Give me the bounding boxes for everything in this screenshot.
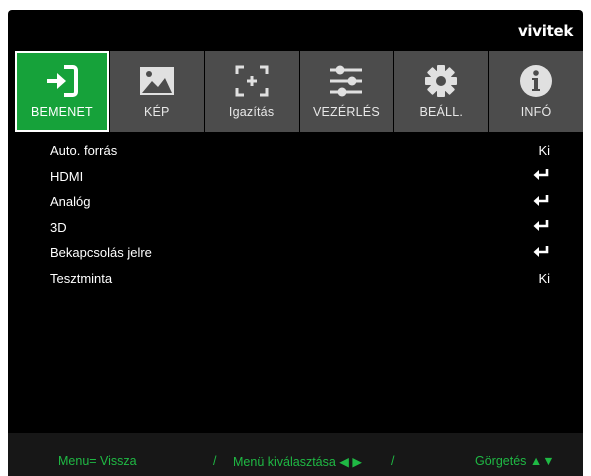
menu-item-label: HDMI [50, 168, 84, 184]
osd-menu: vivitek BEMENET KÉP Igazítás VEZÉRLÉS BE… [8, 10, 583, 476]
tab-label: BEÁLL. [419, 105, 464, 119]
gear-icon [394, 61, 488, 101]
tab-label: VEZÉRLÉS [312, 105, 380, 119]
tab-label: BEMENET [31, 105, 93, 119]
tab-info[interactable]: INFÓ [489, 51, 583, 132]
help-separator: / [213, 454, 217, 468]
brand-logo: vivitek [517, 22, 573, 40]
help-select: Menü kiválasztása ◀ ▶ [233, 455, 362, 469]
info-icon [489, 61, 583, 101]
help-bar: Menu= Vissza / Menü kiválasztása ◀ ▶ / G… [8, 433, 583, 476]
enter-icon [533, 245, 550, 261]
menu-item-label: Bekapcsolás jelre [50, 245, 152, 261]
menu-list: Auto. forrás Ki HDMI Analóg 3D Bekapcsol… [50, 138, 550, 291]
menu-tabs: BEMENET KÉP Igazítás VEZÉRLÉS BEÁLL. INF… [15, 51, 583, 132]
help-scroll: Görgetés ▲▼ [475, 454, 555, 468]
menu-item-tesztminta[interactable]: Tesztminta Ki [50, 266, 550, 292]
menu-item-analog[interactable]: Analóg [50, 189, 550, 215]
help-back: Menu= Vissza [58, 454, 137, 468]
enter-icon [533, 194, 550, 210]
sliders-icon [300, 61, 394, 101]
menu-item-bekapcsolas-jelre[interactable]: Bekapcsolás jelre [50, 240, 550, 266]
image-icon [110, 61, 204, 101]
menu-item-hdmi[interactable]: HDMI [50, 164, 550, 190]
input-arrow-icon [17, 61, 107, 101]
help-separator: / [391, 454, 395, 468]
menu-item-label: Analóg [50, 194, 91, 210]
tab-label: KÉP [143, 105, 170, 119]
enter-icon [533, 168, 550, 184]
tab-beall[interactable]: BEÁLL. [394, 51, 489, 132]
alignment-icon [205, 61, 299, 101]
menu-item-value: Ki [538, 143, 550, 159]
enter-icon [533, 219, 550, 235]
tab-igazitas[interactable]: Igazítás [204, 51, 299, 132]
menu-item-auto-forras[interactable]: Auto. forrás Ki [50, 138, 550, 164]
menu-item-label: Tesztminta [50, 270, 113, 286]
tab-vezerles[interactable]: VEZÉRLÉS [299, 51, 394, 132]
menu-item-value: Ki [538, 270, 550, 286]
tab-label: Igazítás [228, 105, 275, 119]
tab-kep[interactable]: KÉP [109, 51, 204, 132]
menu-item-label: Auto. forrás [50, 143, 118, 159]
menu-item-label: 3D [50, 219, 67, 235]
tab-label: INFÓ [520, 105, 552, 119]
menu-item-3d[interactable]: 3D [50, 215, 550, 241]
tab-bemenet[interactable]: BEMENET [15, 51, 109, 132]
